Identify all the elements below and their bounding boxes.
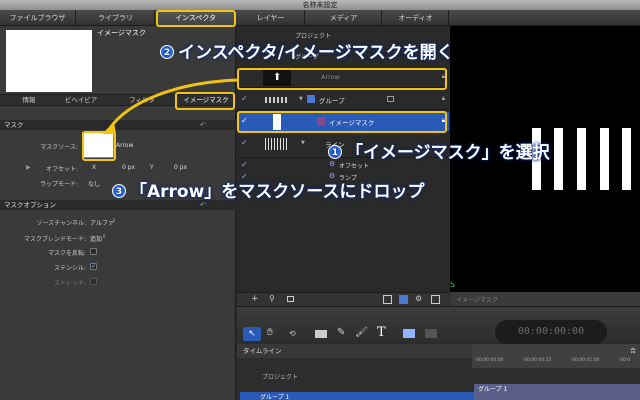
step-badge: 2 — [160, 45, 174, 59]
step-badge: 3 — [112, 184, 126, 198]
annotation-step-3: 3 「Arrow」をマスクソースにドロップ — [112, 177, 424, 202]
step-badge: 1 — [328, 145, 342, 159]
annotation-text: 「Arrow」をマスクソースにドロップ — [130, 182, 425, 202]
annotation-step-2: 2 インスペクタ/イメージマスクを開く — [160, 38, 454, 63]
annotation-step-1: 1 「イメージマスク」を選択 — [328, 138, 550, 163]
annotation-text: 「イメージマスク」を選択 — [346, 143, 550, 163]
annotation-text: インスペクタ/イメージマスクを開く — [178, 43, 454, 63]
